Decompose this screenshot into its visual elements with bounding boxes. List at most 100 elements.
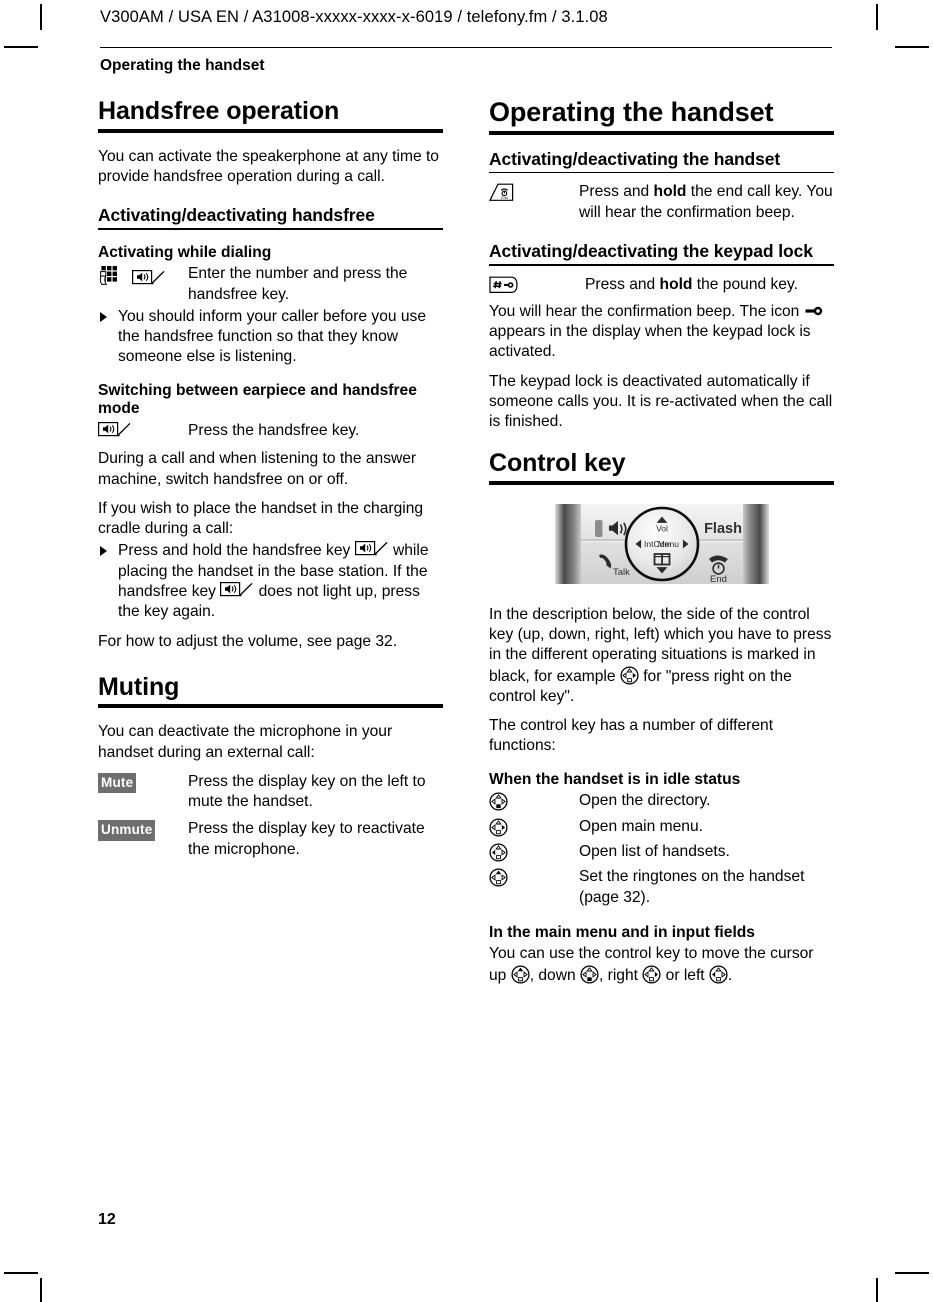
- key-row-press-handsfree: Press the handsfree key.: [98, 421, 443, 442]
- desc-bold-hold: hold: [659, 275, 693, 293]
- key-icon-cell: [489, 791, 579, 814]
- key-row-mute: Mute Press the display key on the left t…: [98, 772, 443, 813]
- paragraph-cursor-movement: You can use the control key to move the …: [489, 944, 834, 986]
- key-icon-cell: [489, 842, 579, 865]
- key-row-description: Set the ringtones on the handset (page 3…: [579, 868, 805, 906]
- key-row-description: Open list of handsets.: [579, 842, 730, 860]
- key-row-description: Press the display key on the left to mut…: [188, 772, 426, 811]
- crop-mark-bottom-right-h: [895, 1272, 929, 1274]
- bullet-triangle-icon: [100, 311, 107, 322]
- heading-idle-status: When the handset is in idle status: [489, 770, 741, 788]
- display-key-unmute[interactable]: Unmute: [98, 820, 156, 841]
- key-row-open-main-menu: Open main menu.: [489, 817, 834, 840]
- control-key-right-icon: [620, 666, 639, 685]
- paragraph-charging-cradle: If you wish to place the handset in the …: [98, 499, 424, 538]
- bullet-text: You should inform your caller before you…: [118, 307, 427, 366]
- heading-activating-while-dialing: Activating while dialing: [98, 243, 272, 261]
- key-row-description: Press the handsfree key.: [188, 422, 360, 440]
- chapter-title: Operating the handset: [100, 57, 265, 74]
- key-row-description: Open the directory.: [579, 792, 711, 810]
- desc-bold-hold: hold: [653, 183, 687, 201]
- crop-mark-top-right-h: [895, 46, 929, 48]
- text-part-5: .: [727, 966, 733, 984]
- photo-label-end: End: [710, 574, 727, 585]
- heading-muting: Muting: [98, 672, 180, 701]
- bullet-triangle-icon: [100, 546, 107, 557]
- paragraph-during-call: During a call and when listening to the …: [98, 450, 417, 488]
- key-row-description: Press and hold the pound key.: [585, 275, 834, 295]
- heading-activating-deactivating-keypad-lock: Activating/deactivating the keypad lock: [489, 240, 813, 261]
- keypad-digits-icon: [98, 265, 122, 287]
- control-key-down-icon: [489, 792, 508, 811]
- display-key-mute[interactable]: Mute: [98, 772, 137, 794]
- subheading-rule: [98, 228, 443, 230]
- desc-part-1: Press and: [579, 183, 654, 201]
- heading-rule: [489, 480, 834, 485]
- desc-part-1: Press and: [585, 275, 660, 293]
- page-number: 12: [98, 1211, 116, 1228]
- control-key-right-icon: [642, 965, 661, 984]
- heading-handsfree-operation: Handsfree operation: [98, 97, 340, 125]
- handsfree-key-icon: [132, 270, 166, 287]
- key-row-end-call: End Press and hold the end call key. You…: [489, 182, 834, 223]
- control-key-left-icon: [709, 965, 728, 984]
- text-part-3: , right: [598, 966, 643, 984]
- paragraph-volume-reference: For how to adjust the volume, see page 3…: [98, 632, 398, 650]
- svg-text:End: End: [501, 196, 507, 200]
- handsfree-key-icon: [220, 582, 254, 599]
- heading-rule: [489, 130, 834, 135]
- key-row-description: Press the display key to reactivate the …: [188, 820, 425, 858]
- heading-activating-deactivating-handsfree: Activating/deactivating handsfree: [98, 205, 375, 226]
- end-call-key-icon: End: [489, 183, 522, 202]
- right-column: Operating the handset Activating/deactiv…: [489, 98, 834, 995]
- text-part-2: appears in the display when the keypad l…: [489, 323, 811, 361]
- key-row-description: Enter the number and press the handsfree…: [188, 265, 408, 303]
- key-row-pound: Press and hold the pound key.: [489, 275, 834, 297]
- key-icon-cell: Unmute: [98, 819, 188, 841]
- heading-activating-deactivating-handset: Activating/deactivating the handset: [489, 148, 781, 169]
- text-part-1: You will hear the confirmation beep. The…: [489, 302, 804, 320]
- keypad-lock-icon: [804, 305, 824, 317]
- heading-rule: [98, 704, 443, 709]
- subheading-rule: [489, 171, 834, 174]
- control-key-photo: Flash Talk End Vol IntCom Menu: [543, 499, 781, 589]
- crop-mark-bottom-left-v: [40, 1278, 42, 1302]
- handsfree-key-icon: [98, 422, 132, 439]
- heading-main-menu-input-fields: In the main menu and in input fields: [489, 923, 755, 941]
- bullet-inform-caller: You should inform your caller before you…: [98, 307, 443, 368]
- key-row-open-directory: Open the directory.: [489, 791, 834, 814]
- key-row-set-ringtones: Set the ringtones on the handset (page 3…: [489, 867, 834, 908]
- crop-mark-top-left-v: [40, 4, 42, 30]
- pound-key-icon: [489, 276, 524, 294]
- photo-label-vol: Vol: [656, 523, 668, 533]
- control-key-up-icon: [489, 868, 508, 887]
- bullet-press-hold-cradle: Press and hold the handsfree key while p…: [98, 541, 443, 622]
- text-part-4: or left: [661, 966, 709, 984]
- paragraph-control-key-functions: The control key has a number of differen…: [489, 717, 774, 755]
- document-page: V300AM / USA EN / A31008-xxxxx-xxxx-x-60…: [0, 0, 933, 1302]
- key-icon-cell: End: [489, 182, 579, 205]
- text-part-2: , down: [529, 966, 580, 984]
- photo-label-menu: Menu: [657, 539, 679, 549]
- paragraph-control-key-description: In the description below, the side of th…: [489, 605, 834, 707]
- crop-mark-top-right-v: [876, 4, 878, 30]
- heading-control-key: Control key: [489, 449, 626, 478]
- bullet-text-part-1: Press and hold the handsfree key: [118, 542, 355, 560]
- photo-label-talk: Talk: [613, 567, 630, 578]
- heading-operating-the-handset: Operating the handset: [489, 97, 774, 127]
- heading-rule: [98, 128, 443, 133]
- crop-mark-top-left-h: [4, 46, 38, 48]
- crop-mark-bottom-left-h: [4, 1272, 38, 1274]
- key-row-open-handset-list: Open list of handsets.: [489, 842, 834, 865]
- key-row-description: Press and hold the end call key. You wil…: [579, 182, 834, 223]
- print-header-slug: V300AM / USA EN / A31008-xxxxx-xxxx-x-60…: [100, 8, 608, 26]
- key-row-dial-handsfree: Enter the number and press the handsfree…: [98, 264, 443, 305]
- key-icon-cell: [489, 867, 579, 890]
- key-icon-cell: [98, 421, 188, 442]
- desc-part-2: the pound key.: [692, 275, 798, 293]
- control-key-left-icon: [489, 843, 508, 862]
- heading-switching-earpiece-handsfree: Switching between earpiece and handsfree…: [98, 381, 417, 418]
- key-icon-cell: [489, 817, 579, 840]
- crop-mark-bottom-right-v: [876, 1278, 878, 1302]
- key-row-unmute: Unmute Press the display key to reactiva…: [98, 819, 443, 860]
